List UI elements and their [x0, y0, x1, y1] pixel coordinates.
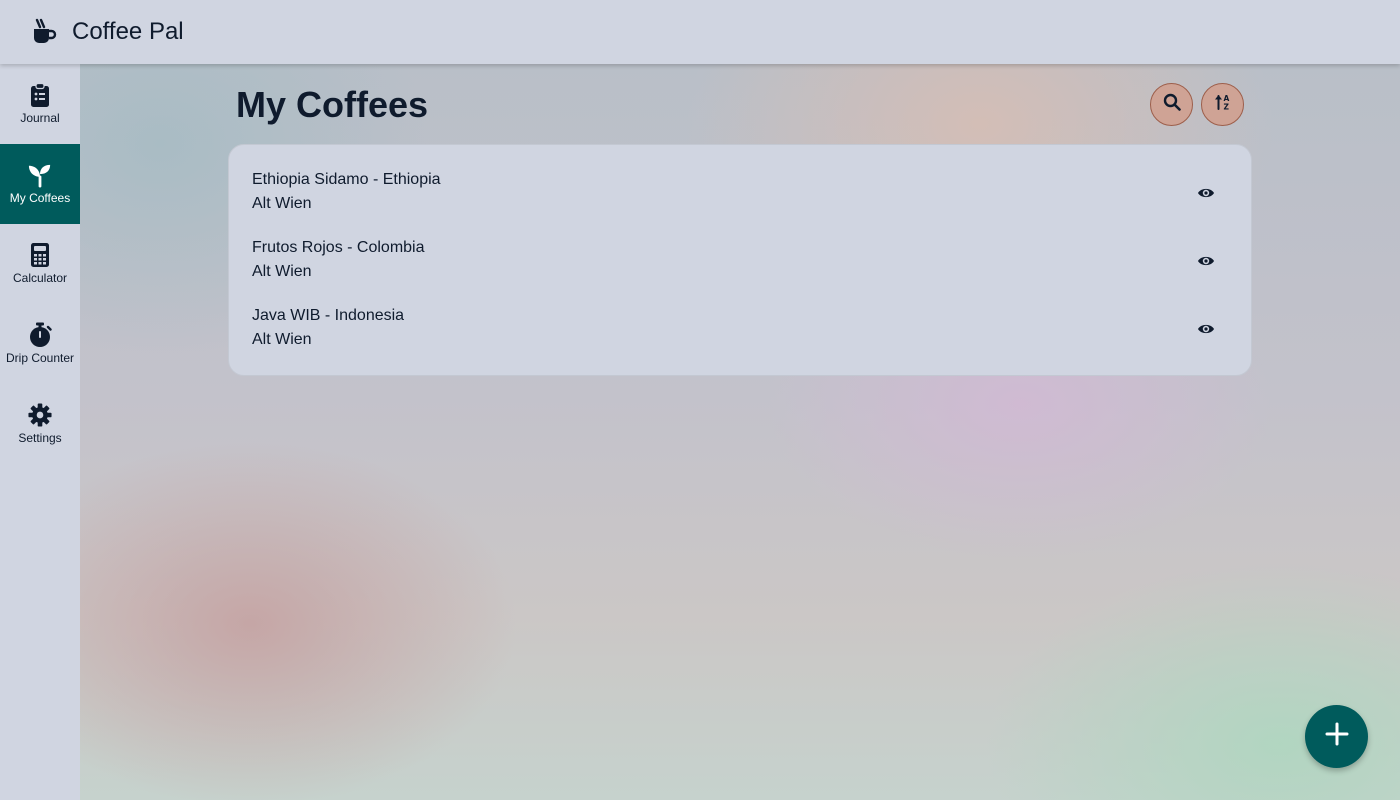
sidebar-item-drip-counter[interactable]: Drip Counter	[0, 304, 80, 384]
clipboard-icon	[28, 83, 52, 107]
add-coffee-button[interactable]	[1305, 705, 1368, 768]
sidebar-item-label: Calculator	[12, 271, 68, 285]
search-icon	[1163, 93, 1181, 116]
search-button[interactable]	[1150, 83, 1193, 126]
calculator-icon	[28, 243, 52, 267]
sidebar-item-label: Settings	[18, 431, 62, 445]
sidebar-item-settings[interactable]: Settings	[0, 384, 80, 464]
sidebar-item-my-coffees[interactable]: My Coffees	[0, 144, 80, 224]
eye-icon[interactable]	[1191, 181, 1221, 205]
list-item[interactable]: Frutos Rojos - Colombia Alt Wien	[229, 225, 1251, 293]
sidebar-item-label: Journal	[20, 111, 60, 125]
plus-icon	[1325, 722, 1349, 751]
stopwatch-icon	[28, 322, 52, 347]
svg-text:Z: Z	[1223, 103, 1229, 112]
sidebar-item-label: My Coffees	[9, 191, 71, 205]
sidebar-nav: Journal My Coffees Calculator Drip Count…	[0, 64, 80, 800]
sidebar-item-calculator[interactable]: Calculator	[0, 224, 80, 304]
coffee-name: Java WIB - Indonesia	[252, 307, 405, 324]
list-item[interactable]: Java WIB - Indonesia Alt Wien	[229, 293, 1251, 361]
top-app-bar: Coffee Pal	[0, 0, 1400, 64]
app-title: Coffee Pal	[72, 18, 184, 45]
sidebar-item-journal[interactable]: Journal	[0, 64, 80, 144]
coffee-mug-icon	[30, 18, 58, 46]
coffee-roaster: Alt Wien	[252, 195, 312, 212]
coffee-name: Frutos Rojos - Colombia	[252, 239, 425, 256]
eye-icon[interactable]	[1191, 317, 1221, 341]
seedling-icon	[28, 163, 52, 188]
list-item[interactable]: Ethiopia Sidamo - Ethiopia Alt Wien	[229, 157, 1251, 225]
sort-icon: A Z	[1214, 93, 1232, 116]
sort-button[interactable]: A Z	[1201, 83, 1244, 126]
gear-icon	[28, 403, 52, 427]
page-title: My Coffees	[236, 84, 429, 125]
coffee-roaster: Alt Wien	[252, 331, 312, 348]
coffee-list: Ethiopia Sidamo - Ethiopia Alt Wien Frut…	[228, 144, 1252, 376]
coffee-name: Ethiopia Sidamo - Ethiopia	[252, 171, 441, 188]
sidebar-item-label: Drip Counter	[5, 351, 75, 365]
coffee-roaster: Alt Wien	[252, 263, 312, 280]
eye-icon[interactable]	[1191, 249, 1221, 273]
